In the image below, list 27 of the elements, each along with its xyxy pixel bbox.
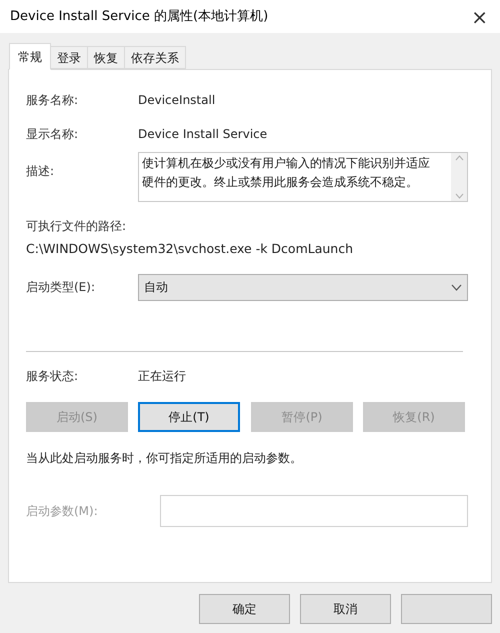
window-title: Device Install Service 的属性(本地计算机) (10, 8, 268, 26)
dialog-button[interactable]: 取消 (300, 594, 391, 624)
field-label: 显示名称: (26, 126, 80, 143)
field-label: 服务状态: (26, 368, 80, 385)
description-text: 使计算机在极少或没有用户输入的情况下能识别并适应硬件的更改。终止或禁用此服务会造成系统不稳定。 (141, 155, 431, 191)
field-value: DeviceInstall (138, 92, 216, 109)
blank-button[interactable] (401, 594, 492, 624)
field-label: 可执行文件的路径: (26, 218, 128, 235)
scroll-up-icon[interactable] (454, 155, 464, 161)
tab[interactable]: 登录 (51, 46, 88, 69)
field-label: 启动参数(M): (26, 502, 99, 520)
close-button[interactable]: × (471, 6, 488, 26)
hint-text: 当从此处启动服务时，你可指定所适用的启动参数。 (26, 450, 303, 467)
field-value: Device Install Service (138, 126, 268, 143)
field-label: 服务名称: (26, 92, 80, 109)
path-text: C:\WINDOWS\system32\svchost.exe -k DcomLaunch (26, 240, 354, 258)
field-label: 描述: (26, 163, 56, 180)
field-label: 启动类型(E): (26, 279, 96, 296)
tab[interactable]: 恢复 (88, 46, 125, 69)
startup-type-dropdown[interactable]: 自动 (138, 274, 468, 301)
tab[interactable]: 常规 (9, 43, 51, 70)
scroll-down-icon[interactable] (454, 193, 464, 199)
field-value: 正在运行 (138, 368, 186, 385)
dialog-button[interactable]: 确定 (199, 594, 290, 624)
tab[interactable]: 依存关系 (125, 46, 186, 69)
service-button[interactable]: 停止(T) (138, 402, 240, 432)
chevron-down-icon (451, 284, 462, 291)
